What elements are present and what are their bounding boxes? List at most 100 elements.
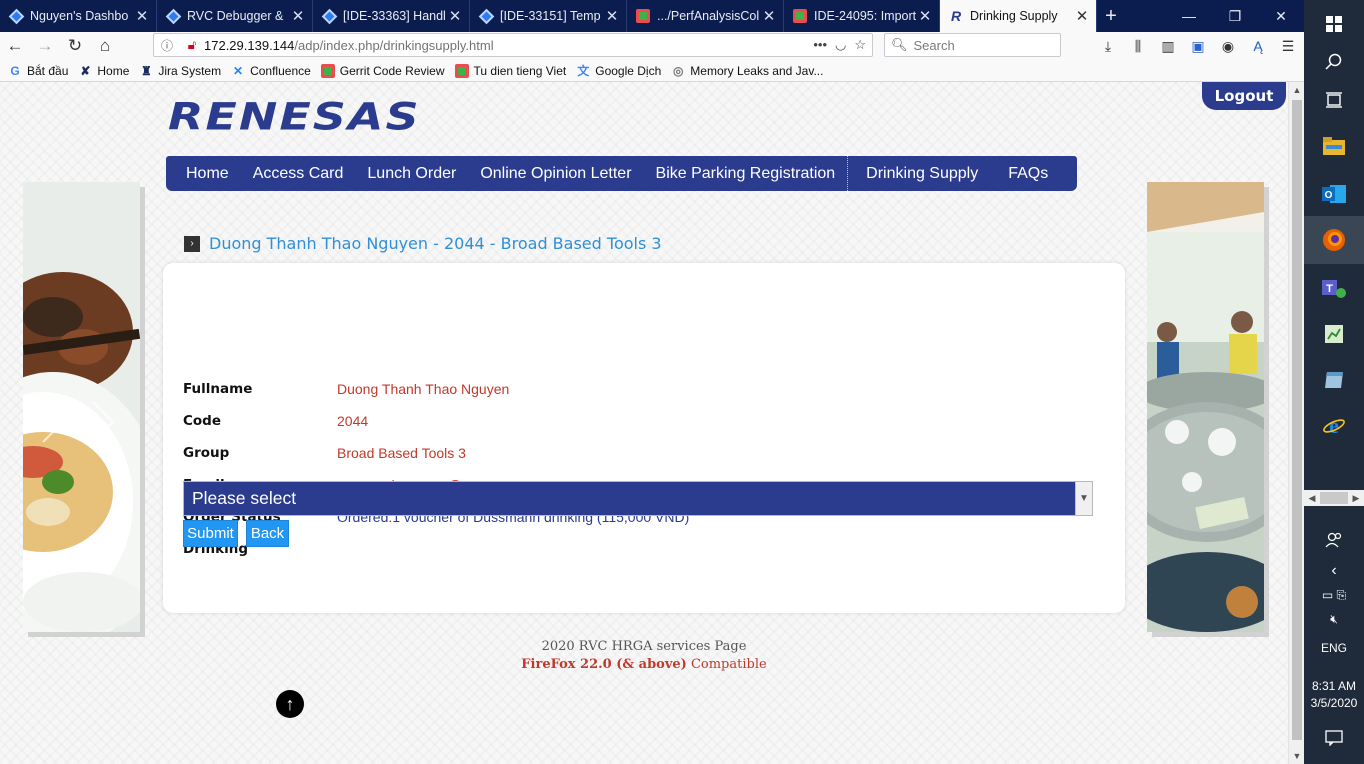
nav-drinking-supply[interactable]: Drinking Supply	[848, 156, 990, 191]
save-icon[interactable]: ▣	[1188, 37, 1208, 55]
chevron-right-icon: ›	[184, 235, 200, 252]
task-view-icon[interactable]	[1304, 76, 1364, 124]
page-scrollbar[interactable]: ▲ ▼	[1288, 82, 1304, 764]
taskbar-scrollbar[interactable]: ◀ ▶	[1304, 490, 1364, 506]
translate-icon[interactable]: Ą	[1248, 37, 1268, 55]
browser-tab-active[interactable]: R Drinking Supply ✕	[940, 0, 1097, 32]
page-heading: › Duong Thanh Thao Nguyen - 2044 - Broad…	[184, 234, 662, 253]
restore-button[interactable]: ❐	[1212, 0, 1258, 32]
bookmark-item[interactable]: Tu dien tieng Viet	[454, 63, 566, 78]
forward-arrow-icon[interactable]: →	[34, 36, 56, 56]
scroll-right-arrow-icon[interactable]: ▶	[1348, 490, 1364, 506]
renesas-icon: R	[950, 8, 962, 24]
search-input[interactable]: 🔍︎ Search	[884, 33, 1061, 57]
submit-button[interactable]: Submit	[183, 520, 238, 547]
back-button[interactable]: Back	[246, 520, 289, 547]
bookmark-item[interactable]: ✘ Home	[78, 64, 129, 78]
nav-lunch-order[interactable]: Lunch Order	[355, 156, 468, 191]
insecure-connection-icon[interactable]: 🔓︎	[180, 37, 204, 53]
nav-bike-parking-registration[interactable]: Bike Parking Registration	[644, 156, 848, 191]
file-explorer-icon[interactable]	[1304, 122, 1364, 170]
browser-tab-bar: Nguyen's Dashbo ✕ RVC Debugger & ✕ [IDE-…	[0, 0, 1304, 32]
scrollbar-thumb[interactable]	[1292, 100, 1302, 740]
nav-faqs[interactable]: FAQs	[990, 156, 1060, 191]
main-navigation: Home Access Card Lunch Order Online Opin…	[166, 156, 1077, 191]
browser-tab[interactable]: .../PerfAnalysisCol ✕	[627, 0, 784, 32]
scroll-left-arrow-icon[interactable]: ◀	[1304, 490, 1320, 506]
volume-muted-icon[interactable]: 🔇︎	[1304, 612, 1364, 627]
bookmark-label: Gerrit Code Review	[339, 63, 445, 78]
app-icon[interactable]	[1304, 356, 1364, 404]
chevron-down-icon[interactable]: ▼	[1075, 482, 1092, 515]
internet-explorer-icon[interactable]: e	[1304, 402, 1364, 450]
scrollbar-thumb[interactable]	[1320, 492, 1348, 504]
action-center-icon[interactable]	[1304, 714, 1364, 762]
firefox-icon[interactable]	[1304, 216, 1364, 264]
bookmark-item[interactable]: G Bắt đầu	[8, 64, 68, 78]
tab-label: Nguyen's Dashbo	[30, 9, 129, 23]
field-label: Group	[183, 445, 230, 461]
teams-icon[interactable]: T	[1304, 264, 1364, 312]
jira-icon: ♜	[141, 63, 152, 78]
close-icon[interactable]: ✕	[290, 7, 306, 25]
bookmark-item[interactable]: ♜ Jira System	[139, 64, 221, 78]
bookmark-item[interactable]: ✕ Confluence	[231, 64, 311, 78]
tab-label: [IDE-33151] Temp	[500, 9, 601, 23]
scroll-to-top-icon[interactable]: ↑	[276, 690, 304, 718]
chevron-left-icon[interactable]: ‹	[1304, 562, 1364, 580]
outlook-icon[interactable]: O	[1304, 170, 1364, 218]
bookmark-star-icon[interactable]: ☆	[854, 37, 866, 53]
nav-access-card[interactable]: Access Card	[241, 156, 356, 191]
bookmark-item[interactable]: 文 Google Dịch	[576, 64, 661, 79]
browser-tab[interactable]: RVC Debugger & ✕	[157, 0, 313, 32]
tab-label: RVC Debugger &	[187, 9, 284, 23]
people-icon[interactable]	[1304, 516, 1364, 564]
language-indicator[interactable]: ENG	[1304, 641, 1364, 655]
clock-time[interactable]: 8:31 AM	[1304, 679, 1364, 693]
close-icon[interactable]: ✕	[447, 7, 463, 25]
minimize-button[interactable]: —	[1166, 0, 1212, 32]
windows-taskbar: O T e ‹ ▭ ⎘ 🔇︎ ENG 8:31 AM 3/5/2020	[1304, 0, 1364, 764]
field-value: Duong Thanh Thao Nguyen	[337, 381, 510, 397]
drinking-select[interactable]: Please select ▼	[183, 481, 1093, 516]
library-icon[interactable]: ⫼	[1128, 37, 1148, 55]
network-battery-icon[interactable]: ▭ ⎘	[1304, 588, 1364, 603]
clock-date[interactable]: 3/5/2020	[1304, 696, 1364, 710]
drinking-supply-form: Fullname Duong Thanh Thao Nguyen Code 20…	[163, 263, 1125, 613]
browser-tab[interactable]: IDE-24095: Import ✕	[784, 0, 940, 32]
sidebar-icon[interactable]: ▥	[1158, 37, 1178, 55]
new-tab-button[interactable]: +	[1098, 0, 1124, 32]
page-actions-icon[interactable]: •••	[813, 37, 827, 53]
renesas-logo[interactable]: RENESAS	[168, 94, 421, 138]
logout-button[interactable]: Logout	[1202, 82, 1286, 110]
reload-icon[interactable]: ↻	[64, 36, 86, 56]
bookmark-item[interactable]: ◎ Memory Leaks and Jav...	[671, 64, 823, 78]
jira-diamond-icon	[8, 8, 24, 24]
nav-home[interactable]: Home	[166, 156, 241, 191]
close-icon[interactable]: ✕	[761, 7, 777, 25]
url-text[interactable]: 172.29.139.144/adp/index.php/drinkingsup…	[204, 38, 813, 53]
menu-icon[interactable]: ☰	[1278, 37, 1298, 55]
field-value: 2044	[337, 413, 369, 429]
close-icon[interactable]: ✕	[134, 7, 150, 25]
url-path: /adp/index.php/drinkingsupply.html	[294, 37, 494, 53]
back-arrow-icon[interactable]: ←	[4, 36, 26, 56]
pocket-icon[interactable]: ◡	[835, 37, 846, 53]
downloads-icon[interactable]: ⤓	[1098, 37, 1118, 55]
nav-online-opinion-letter[interactable]: Online Opinion Letter	[468, 156, 643, 191]
scroll-up-arrow-icon[interactable]: ▲	[1289, 82, 1305, 98]
scroll-down-arrow-icon[interactable]: ▼	[1289, 748, 1305, 764]
close-icon[interactable]: ✕	[604, 7, 620, 25]
browser-tab[interactable]: [IDE-33151] Temp ✕	[470, 0, 627, 32]
info-shield-icon[interactable]: ⓘ	[154, 37, 180, 54]
close-icon[interactable]: ✕	[1074, 7, 1090, 25]
notepad-icon[interactable]	[1304, 310, 1364, 358]
close-icon[interactable]: ✕	[917, 7, 933, 25]
browser-tab[interactable]: [IDE-33363] Handl ✕	[313, 0, 470, 32]
close-window-button[interactable]: ✕	[1258, 0, 1304, 32]
bookmark-item[interactable]: Gerrit Code Review	[320, 63, 445, 78]
account-icon[interactable]: ◉	[1218, 37, 1238, 55]
home-icon[interactable]: ⌂	[94, 36, 116, 56]
address-bar[interactable]: ⓘ 🔓︎ 172.29.139.144/adp/index.php/drinki…	[153, 33, 873, 57]
browser-tab[interactable]: Nguyen's Dashbo ✕	[0, 0, 157, 32]
